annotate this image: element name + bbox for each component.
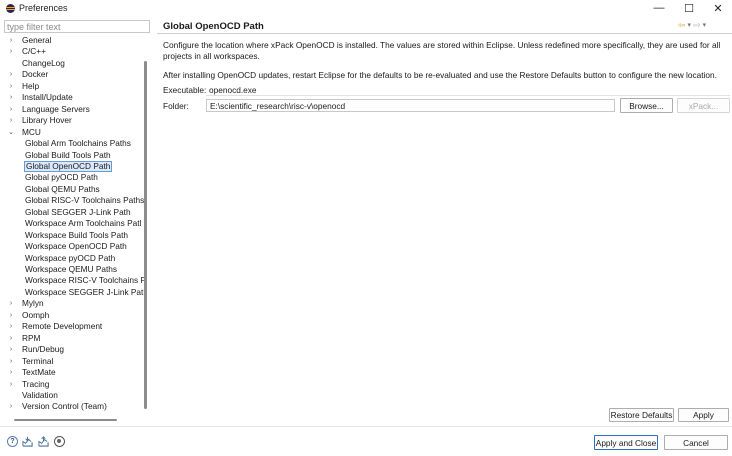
filter-input[interactable] — [4, 20, 150, 33]
restore-defaults-button[interactable]: Restore Defaults — [609, 408, 674, 422]
help-icon[interactable]: ? — [7, 436, 18, 447]
chevron-right-icon[interactable]: › — [7, 344, 15, 355]
executable-label: Executable: — [163, 85, 207, 95]
page-description: Configure the location where xPack OpenO… — [163, 40, 721, 61]
tree-item-label: Remote Development — [22, 321, 103, 332]
chevron-right-icon[interactable]: › — [7, 379, 15, 390]
cancel-button[interactable]: Cancel — [664, 435, 728, 450]
chevron-right-icon[interactable]: › — [7, 310, 15, 321]
tree-item-label: Global SEGGER J-Link Path — [25, 206, 131, 217]
chevron-right-icon[interactable]: › — [7, 92, 15, 103]
folder-field[interactable] — [206, 99, 615, 112]
tree-item-label: Global pyOCD Path — [25, 172, 98, 183]
eclipse-icon — [6, 3, 15, 13]
chevron-right-icon[interactable]: › — [7, 115, 15, 126]
restart-note: After installing OpenOCD updates, restar… — [163, 70, 717, 80]
window-title: Preferences — [19, 3, 68, 13]
tree-item-label: Language Servers — [22, 103, 90, 114]
forward-arrow-icon[interactable]: ⇨ — [693, 20, 701, 31]
apply-button[interactable]: Apply — [678, 408, 729, 422]
preferences-tree: › General › C/C++ ChangeLog › Docker › Help › Inst… — [0, 35, 144, 420]
chevron-right-icon[interactable]: › — [7, 401, 15, 412]
page-title: Global OpenOCD Path — [163, 21, 264, 32]
title-divider — [157, 33, 732, 34]
tree-item-label: MCU — [22, 126, 41, 137]
tree-item-label: General — [22, 35, 52, 45]
tree-item-label: Workspace SEGGER J-Link Path — [25, 286, 144, 297]
tree-item-label: Workspace QEMU Paths — [25, 264, 118, 274]
chevron-right-icon[interactable]: › — [7, 81, 15, 92]
tree-item-label: Install/Update — [22, 92, 73, 103]
xpack-button[interactable]: xPack... — [677, 98, 730, 113]
view-menu-icon[interactable]: ▾ — [703, 21, 707, 29]
tree-item-label: C/C++ — [22, 46, 46, 57]
import-icon[interactable] — [22, 436, 33, 447]
chevron-right-icon[interactable]: › — [7, 69, 15, 80]
title-bar: Preferences — [0, 0, 732, 16]
tree-item-label: Run/Debug — [22, 344, 64, 355]
chevron-right-icon[interactable]: › — [7, 35, 15, 46]
tree-item-label: ChangeLog — [22, 57, 65, 68]
chevron-right-icon[interactable]: › — [7, 356, 15, 367]
chevron-right-icon[interactable]: › — [7, 46, 15, 57]
tree-item-label: Mylyn — [22, 298, 44, 309]
tree-item-label: Workspace Build Tools Path — [25, 229, 128, 240]
tree-item-label: Tracing — [22, 378, 50, 389]
folder-label: Folder: — [163, 101, 189, 111]
page-nav: ⇦ ▾ ⇨ ▾ — [678, 20, 706, 30]
tree-item-label: Docker — [22, 69, 49, 80]
executable-value: openocd.exe — [206, 84, 730, 96]
close-button[interactable]: ✕ — [702, 0, 732, 16]
chevron-down-icon[interactable]: ⌄ — [7, 127, 15, 138]
chevron-right-icon[interactable]: › — [7, 298, 15, 309]
bottom-divider — [0, 426, 732, 427]
tree-item-label: Workspace RISC-V Toolchains P — [25, 275, 144, 286]
tree-item-label: Global Build Tools Path — [25, 149, 111, 160]
tree-item-label: Validation — [22, 389, 58, 400]
tree-item-label: Library Hover — [22, 115, 72, 126]
tree-item-label: Workspace pyOCD Path — [25, 252, 116, 263]
chevron-right-icon[interactable]: › — [7, 333, 15, 344]
record-icon[interactable] — [54, 436, 65, 447]
browse-button[interactable]: Browse... — [620, 98, 673, 113]
minimize-button[interactable]: — — [643, 0, 675, 16]
chevron-right-icon[interactable]: › — [7, 321, 15, 332]
apply-and-close-button[interactable]: Apply and Close — [594, 435, 658, 450]
chevron-right-icon[interactable]: › — [7, 104, 15, 115]
tree-item-label: Help — [22, 80, 40, 91]
tree-item-label: Workspace Arm Toolchains Patl — [25, 218, 142, 229]
back-dropdown-icon[interactable]: ▾ — [688, 21, 692, 29]
export-icon[interactable] — [38, 436, 49, 447]
tree-item-label: Global OpenOCD Path — [24, 160, 113, 172]
back-arrow-icon[interactable]: ⇦ — [678, 20, 686, 31]
tree-item-label: Oomph — [22, 309, 50, 320]
tree-item-label: Version Control (Team) — [22, 401, 107, 412]
tree-item-label: Workspace OpenOCD Path — [25, 241, 127, 252]
maximize-button[interactable]: ☐ — [673, 0, 705, 16]
tree-item-label: RPM — [22, 332, 41, 343]
tree-item-label: Terminal — [22, 355, 54, 366]
tree-item-label: Global RISC-V Toolchains Paths — [25, 195, 144, 206]
preferences-nav-panel: › General › C/C++ChangeLog › Docker › Help › Inst… — [0, 16, 152, 424]
tree-item-label: Global QEMU Paths — [25, 183, 100, 194]
chevron-right-icon[interactable]: › — [7, 367, 15, 378]
tree-item-label: TextMate — [22, 367, 56, 378]
tree-horizontal-scrollbar[interactable] — [14, 419, 117, 421]
tree-vertical-scrollbar[interactable] — [144, 61, 147, 409]
tree-item-label: Global Arm Toolchains Paths — [25, 138, 131, 149]
